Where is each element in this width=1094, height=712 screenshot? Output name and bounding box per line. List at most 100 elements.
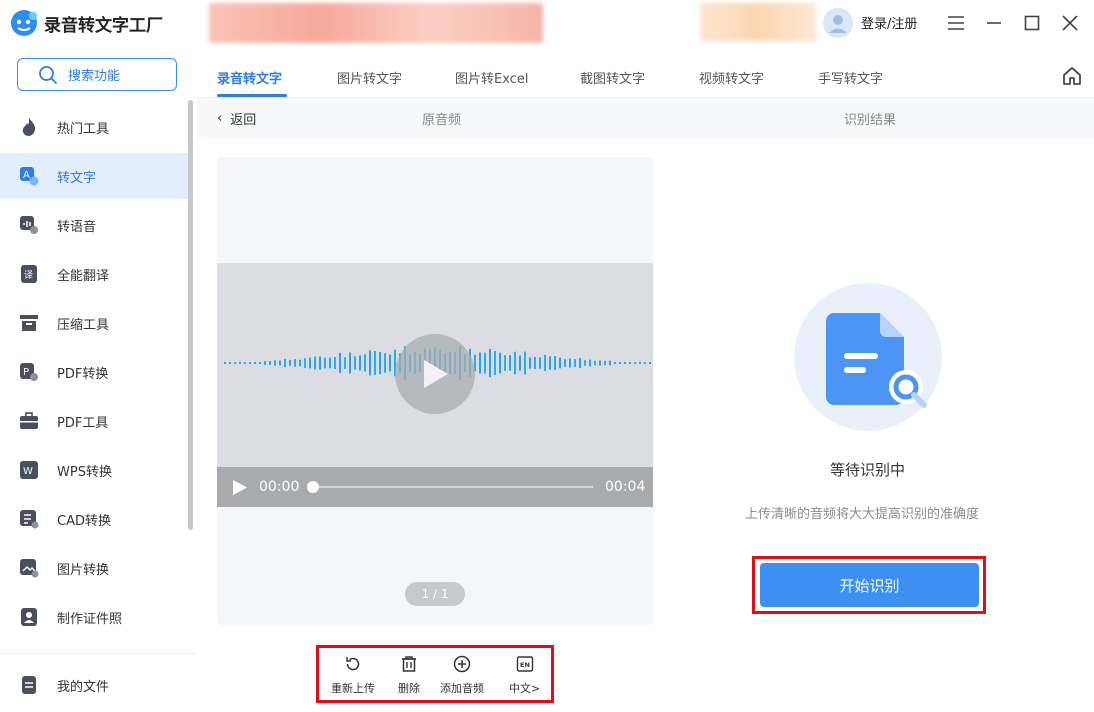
sidebar-item-wps-convert[interactable]: W WPS转换 <box>0 447 190 493</box>
language-select[interactable]: EN 中文> <box>509 654 540 696</box>
waveform-bar <box>324 357 326 369</box>
login-register-link[interactable]: 登录/注册 <box>861 13 917 32</box>
sidebar-item-label: 热门工具 <box>57 121 110 137</box>
tab-handwriting-to-text[interactable]: 手写转文字 <box>818 68 883 87</box>
tab-image-to-text[interactable]: 图片转文字 <box>337 68 402 87</box>
waveform-bar <box>374 350 376 376</box>
waveform-bar <box>249 362 251 364</box>
waveform-bar <box>529 357 531 369</box>
tab-audio-to-text[interactable]: 录音转文字 <box>217 68 282 87</box>
waveform-bar <box>234 362 236 364</box>
waveform-bar <box>349 352 351 374</box>
start-recognition-button[interactable]: 开始识别 <box>760 563 979 607</box>
delete-button[interactable]: 删除 <box>398 654 420 696</box>
menu-icon[interactable] <box>943 10 969 36</box>
maximize-icon[interactable] <box>1019 10 1045 36</box>
sidebar-item-text-convert[interactable]: A 转文字 <box>0 153 190 199</box>
sidebar-item-label: WPS转换 <box>57 464 112 480</box>
toolbox-icon <box>19 411 39 431</box>
trash-icon <box>399 654 419 674</box>
app-logo-icon <box>11 10 37 36</box>
tab-screenshot-to-text[interactable]: 截图转文字 <box>580 68 645 87</box>
add-audio-button[interactable]: 添加音频 <box>440 654 484 696</box>
language-en-icon: EN <box>515 654 535 674</box>
waveform-bar <box>559 357 561 369</box>
translate-icon: 译 <box>19 264 39 284</box>
sidebar-item-my-files[interactable]: 我的文件 <box>0 662 190 708</box>
language-label: 中文> <box>509 682 541 695</box>
app-window: 录音转文字工厂 登录/注册 搜索功能 热门工具 A 转文字 转语音 译 全能翻译… <box>0 0 1094 712</box>
reupload-button[interactable]: 重新上传 <box>331 654 375 696</box>
sidebar-item-pdf-convert[interactable]: P PDF转换 <box>0 349 190 395</box>
waveform-bar <box>289 360 291 366</box>
status-title: 等待识别中 <box>830 461 906 479</box>
waveform-bar <box>339 352 341 374</box>
sidebar-item-label: 全能翻译 <box>57 268 110 284</box>
image-icon <box>19 558 39 578</box>
play-button-icon[interactable] <box>232 479 248 496</box>
blurred-banner <box>209 3 543 43</box>
waveform-bar <box>644 362 646 364</box>
result-header: 识别结果 <box>844 113 897 128</box>
play-icon <box>424 360 448 388</box>
sidebar-item-id-photo[interactable]: 制作证件照 <box>0 594 190 640</box>
waveform-bar <box>479 352 481 374</box>
waveform-bar <box>619 362 621 364</box>
back-label: 返回 <box>230 113 257 128</box>
waveform-bar <box>499 352 501 374</box>
waveform-bar <box>334 357 336 369</box>
waveform-bar <box>604 360 606 366</box>
waveform-bar <box>599 360 601 366</box>
sidebar-item-image-convert[interactable]: 图片转换 <box>0 545 190 591</box>
minimize-icon[interactable] <box>981 10 1007 36</box>
sidebar-item-label: CAD转换 <box>57 513 111 529</box>
reupload-icon <box>343 654 363 674</box>
avatar-icon[interactable] <box>823 8 853 38</box>
close-icon[interactable] <box>1057 10 1083 36</box>
chevron-left-icon: ‹ <box>217 111 223 126</box>
tab-video-to-text[interactable]: 视频转文字 <box>699 68 764 87</box>
sidebar-item-hot-tools[interactable]: 热门工具 <box>0 104 190 150</box>
waveform-bar <box>589 359 591 367</box>
progress-knob[interactable] <box>307 481 319 493</box>
audio-toolbar: 重新上传 删除 添加音频 EN 中文> <box>316 645 554 703</box>
waveform-bar <box>649 362 651 364</box>
delete-label: 删除 <box>398 682 420 695</box>
sidebar-item-compress[interactable]: 压缩工具 <box>0 300 190 346</box>
waveform-bar <box>319 356 321 370</box>
waveform-bar <box>574 359 576 367</box>
voice-icon <box>19 215 39 235</box>
main-area: 录音转文字 图片转文字 图片转Excel 截图转文字 视频转文字 手写转文字 ‹… <box>197 46 1094 712</box>
waveform-bar <box>284 358 286 368</box>
sub-header: ‹ 返回 原音频 识别结果 <box>197 98 1094 138</box>
audio-controls: 00:00 00:04 <box>217 467 653 507</box>
progress-track[interactable] <box>313 486 593 488</box>
tab-image-to-excel[interactable]: 图片转Excel <box>455 68 528 87</box>
waveform-bar <box>224 362 226 364</box>
waveform-bar <box>509 355 511 371</box>
waveform-bar <box>309 357 311 369</box>
status-hint: 上传清晰的音频将大大提高识别的准确度 <box>745 507 980 522</box>
sidebar-item-pdf-tools[interactable]: PDF工具 <box>0 398 190 444</box>
sidebar-item-to-voice[interactable]: 转语音 <box>0 202 190 248</box>
svg-text:EN: EN <box>520 661 530 669</box>
waveform-bar <box>484 352 486 374</box>
divider <box>0 653 197 654</box>
search-function-button[interactable]: 搜索功能 <box>17 58 177 91</box>
sidebar-item-cad-convert[interactable]: CAD转换 <box>0 496 190 542</box>
cad-icon <box>19 509 39 529</box>
app-title: 录音转文字工厂 <box>44 16 163 36</box>
sidebar-scrollbar[interactable] <box>188 100 193 530</box>
back-button[interactable]: ‹ 返回 <box>217 109 256 128</box>
tab-bar: 录音转文字 图片转文字 图片转Excel 截图转文字 视频转文字 手写转文字 <box>197 46 1094 98</box>
waveform-bar <box>524 351 526 375</box>
sidebar-item-translate[interactable]: 译 全能翻译 <box>0 251 190 297</box>
start-button-highlight: 开始识别 <box>752 556 986 614</box>
waveform-bar <box>314 356 316 370</box>
waveform-bar <box>594 360 596 366</box>
play-overlay-button[interactable] <box>395 334 475 414</box>
audio-waveform-preview: 00:00 00:04 <box>217 263 653 507</box>
home-icon[interactable] <box>1062 66 1082 86</box>
sidebar-item-label: PDF工具 <box>57 415 109 431</box>
waveform-bar <box>344 357 346 369</box>
